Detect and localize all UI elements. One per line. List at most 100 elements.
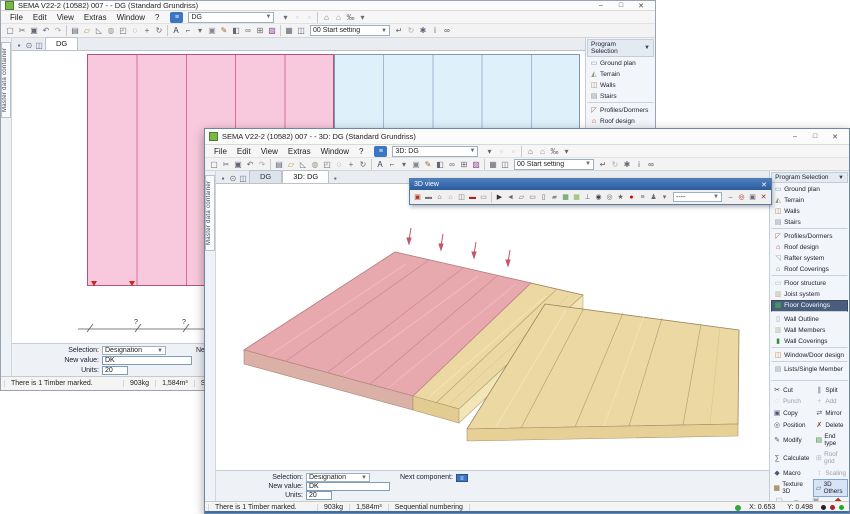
modify-tool[interactable]: ✎ Modify xyxy=(771,431,811,449)
maximize-button[interactable]: □ xyxy=(611,2,631,10)
fg-titlebar[interactable]: SEMA V22-2 (10582) 007 - - 3D: DG (Stand… xyxy=(205,129,849,145)
back-arrow-icon[interactable]: ◄ xyxy=(505,192,516,203)
folder-icon[interactable]: ▱ xyxy=(285,158,297,170)
menu-view[interactable]: View xyxy=(52,12,79,23)
split-tool[interactable]: ∥ Split xyxy=(813,384,848,396)
view-iso-icon[interactable]: ▱ xyxy=(516,192,527,203)
pan-icon[interactable]: + xyxy=(345,158,357,170)
master-data-container-tab[interactable]: Master data container xyxy=(1,42,11,118)
paint-icon[interactable]: ◧ xyxy=(434,158,446,170)
gear-icon[interactable]: ✱ xyxy=(621,158,633,170)
sidebar-item-roof-design[interactable]: ⌂ Roof design xyxy=(587,116,654,127)
screenshot-icon[interactable]: ▣ xyxy=(747,192,758,203)
info-icon[interactable]: i xyxy=(633,158,645,170)
palette-icon[interactable]: ▨ xyxy=(470,158,482,170)
redo-icon[interactable]: ↷ xyxy=(52,25,64,37)
close-button[interactable]: ✕ xyxy=(631,2,651,10)
pin-icon[interactable]: ⊙ xyxy=(24,40,34,50)
roof-grid-tool[interactable]: ⊞ Roof grid xyxy=(813,449,848,467)
figure-icon[interactable]: ♟ xyxy=(648,192,659,203)
blank-icon[interactable]: ▫ xyxy=(291,11,303,23)
print-icon[interactable]: ▤ xyxy=(273,158,285,170)
select-box-icon[interactable]: ▣ xyxy=(410,158,422,170)
3d-others-tool[interactable]: ▱ 3D Others xyxy=(813,479,848,497)
star-icon[interactable]: ★ xyxy=(615,192,626,203)
sidebar-item-walls[interactable]: ◫ Walls xyxy=(587,80,654,91)
home-lock-icon[interactable]: ⌂ xyxy=(332,11,344,23)
menu-help[interactable]: ? xyxy=(150,12,164,23)
menu-extras[interactable]: Extras xyxy=(283,146,316,157)
history-arrow-icon[interactable]: ▾ xyxy=(279,11,291,23)
eraser-icon[interactable]: ◺ xyxy=(297,158,309,170)
sidebar-item-stairs[interactable]: ▤ Stairs xyxy=(771,217,848,229)
zoom-icon[interactable]: ◌ xyxy=(333,158,345,170)
master-data-container-tab[interactable]: Master data container xyxy=(205,175,215,251)
walls-view-icon[interactable]: ◫ xyxy=(456,192,467,203)
columns-icon[interactable]: ◫ xyxy=(499,158,511,170)
home-icon[interactable]: ⌂ xyxy=(320,11,332,23)
rotate-icon[interactable]: ↻ xyxy=(357,158,369,170)
more-arrow-icon[interactable]: ▾ xyxy=(356,11,368,23)
columns-icon[interactable]: ◫ xyxy=(295,25,307,37)
apply-icon[interactable]: ↵ xyxy=(597,158,609,170)
nav-toggle-icon[interactable]: ≡ xyxy=(374,145,388,157)
house-icon[interactable]: ⌂ xyxy=(434,192,445,203)
new-window-icon[interactable]: ▢ xyxy=(208,158,220,170)
reload-icon[interactable]: ↻ xyxy=(609,158,621,170)
columns-small-icon[interactable]: ◫ xyxy=(34,40,44,50)
undo-icon[interactable]: ↶ xyxy=(40,25,52,37)
view-front-icon[interactable]: ▯ xyxy=(538,192,549,203)
undo-icon[interactable]: ↶ xyxy=(244,158,256,170)
3d-filter-dropdown[interactable]: ---- ▼ xyxy=(673,192,722,202)
menu-edit[interactable]: Edit xyxy=(28,12,52,23)
history-arrow-icon[interactable]: ▾ xyxy=(483,145,495,157)
selection-dropdown[interactable]: Designation ▼ xyxy=(102,346,166,355)
blank2-icon[interactable]: ▫ xyxy=(303,11,315,23)
sidebar-item-profiles-dormers[interactable]: ◸ Profiles/Dormers xyxy=(771,231,848,242)
sidebar-item-joist-system[interactable]: ▥ Joist system xyxy=(771,289,848,300)
menu-file[interactable]: File xyxy=(209,146,232,157)
target-icon[interactable]: ◎ xyxy=(736,192,747,203)
sidebar-item-rafter-system[interactable]: ◹Rafter system xyxy=(771,253,848,264)
bullet-icon[interactable]: ▪ xyxy=(14,40,24,50)
pin-icon[interactable]: ⊙ xyxy=(228,173,238,183)
new-value-field[interactable] xyxy=(102,356,192,365)
menu-edit[interactable]: Edit xyxy=(232,146,256,157)
cut-tool[interactable]: ✂ Cut xyxy=(771,384,811,396)
cube-green-icon[interactable]: ▦ xyxy=(560,192,571,203)
more-arrow-icon[interactable]: ▾ xyxy=(560,145,572,157)
roof-view-icon[interactable]: ⌂ xyxy=(445,192,456,203)
bulb-icon[interactable]: ◍ xyxy=(105,25,117,37)
tab-3d-dg[interactable]: 3D: DG xyxy=(282,170,330,183)
close-small-icon[interactable]: ✕ xyxy=(758,192,769,203)
percent-link-icon[interactable]: ‰ xyxy=(344,11,356,23)
photo-icon[interactable]: ◎ xyxy=(604,192,615,203)
program-selection-header[interactable]: Program Selection ▼ xyxy=(587,39,654,57)
home-icon[interactable]: ⌂ xyxy=(524,145,536,157)
text-icon[interactable]: A xyxy=(374,158,386,170)
blank-icon[interactable]: ▫ xyxy=(495,145,507,157)
zoom-region-icon[interactable]: ◰ xyxy=(117,25,129,37)
position-tool[interactable]: ◎ Position xyxy=(771,419,811,431)
dimension-icon[interactable]: ⌐ xyxy=(182,25,194,37)
menu-view[interactable]: View xyxy=(256,146,283,157)
numbering-icon[interactable]: ⊞ xyxy=(458,158,470,170)
close-icon[interactable]: ✕ xyxy=(761,181,767,189)
sidebar-item-floor-structure[interactable]: ▭Floor structure xyxy=(771,278,848,289)
pencil-icon[interactable]: ✎ xyxy=(422,158,434,170)
tab-dg[interactable]: DG xyxy=(45,37,79,50)
end-type-tool[interactable]: ▤ End type xyxy=(813,431,848,449)
binoculars-icon[interactable]: ∞ xyxy=(645,158,657,170)
add-tool[interactable]: + Add xyxy=(813,396,848,407)
dimension-icon[interactable]: ⌐ xyxy=(386,158,398,170)
columns-small-icon[interactable]: ◫ xyxy=(238,173,248,183)
apply-icon[interactable]: ↵ xyxy=(393,25,405,37)
close-button[interactable]: ✕ xyxy=(825,133,845,141)
cube-green2-icon[interactable]: ▦ xyxy=(571,192,582,203)
start-setting-selector[interactable]: 00 Start setting ▼ xyxy=(514,158,594,170)
maximize-button[interactable]: □ xyxy=(805,133,825,141)
copy-icon[interactable]: ▣ xyxy=(28,25,40,37)
percent-link-icon[interactable]: ‰ xyxy=(548,145,560,157)
select-box-icon[interactable]: ▣ xyxy=(206,25,218,37)
print-icon[interactable]: ▤ xyxy=(69,25,81,37)
